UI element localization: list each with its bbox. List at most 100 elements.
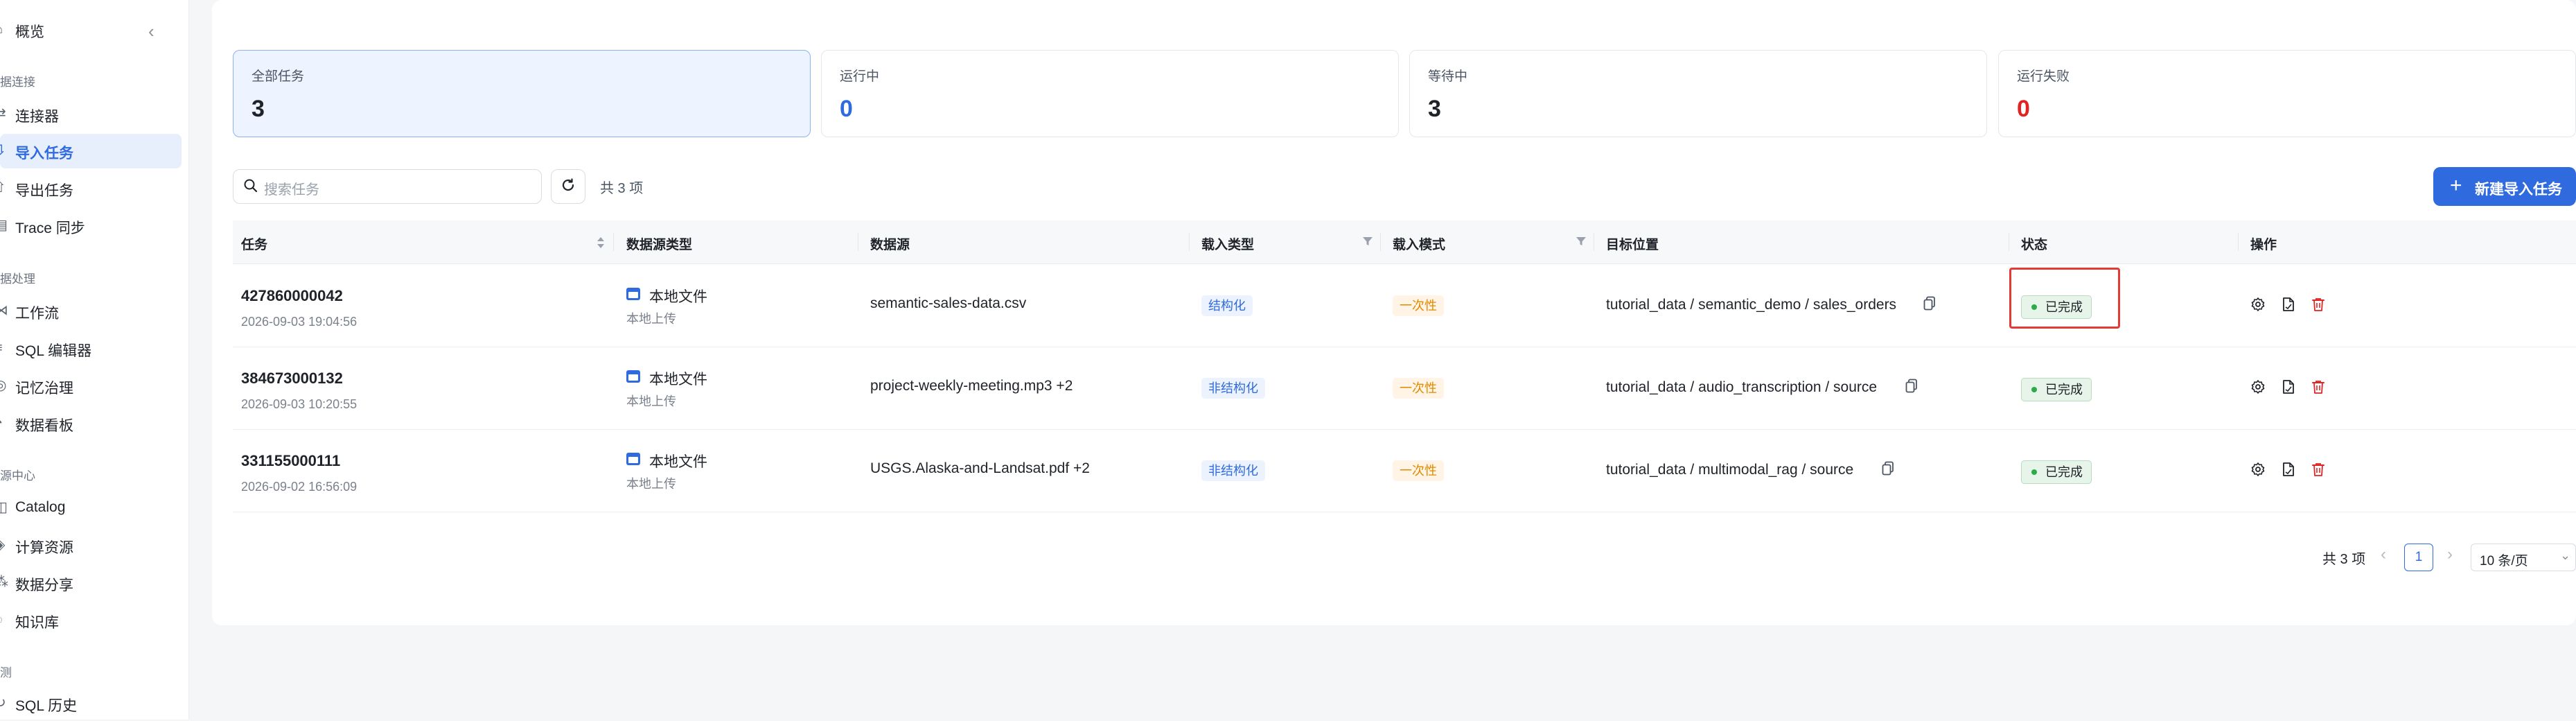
sidebar-item-compute[interactable]: ◈ 计算资源 xyxy=(0,528,182,563)
target-location: tutorial_data / audio_transcription / so… xyxy=(1606,379,1878,395)
filter-icon[interactable] xyxy=(1576,236,1587,250)
copy-icon[interactable] xyxy=(1882,461,1894,480)
source-type: 本地文件 xyxy=(649,289,707,305)
sidebar-item-connector[interactable]: ⇄ 连接器 xyxy=(0,97,182,132)
load-type-tag: 非结构化 xyxy=(1201,460,1265,481)
col-header-source-type: 数据源类型 xyxy=(626,238,693,252)
col-header-actions: 操作 xyxy=(2250,238,2277,252)
col-header-datasource: 数据源 xyxy=(870,238,910,252)
task-id[interactable]: 331155000111 xyxy=(241,452,340,470)
log-file-icon[interactable] xyxy=(2281,297,2296,315)
sql-editor-icon: ≡ xyxy=(0,340,10,356)
task-time: 2026-09-03 10:20:55 xyxy=(241,397,358,411)
trace-icon: ▤ xyxy=(0,218,8,233)
highlight-box xyxy=(2009,268,2120,329)
page-size-select[interactable]: 10 条/页 ⌄ xyxy=(2471,544,2576,571)
table-row[interactable]: 331155000111 2026-09-02 16:56:09 本地文件 本地… xyxy=(233,430,2576,512)
filter-icon[interactable] xyxy=(1362,236,1373,250)
delete-icon[interactable] xyxy=(2311,297,2326,315)
sidebar-item-workflow[interactable]: ⋈ 工作流 xyxy=(0,294,182,329)
stat-card-waiting[interactable]: 等待中 3 xyxy=(1409,50,1987,137)
connector-icon: ⇄ xyxy=(0,106,6,121)
source-type: 本地文件 xyxy=(649,454,707,470)
col-header-load-type: 载入类型 xyxy=(1201,238,1255,252)
catalog-icon: ◫ xyxy=(0,500,8,515)
sidebar-item-export-tasks[interactable]: ⇧ 导出任务 xyxy=(0,171,182,206)
total-count: 共 3 项 xyxy=(600,181,644,196)
col-header-status: 状态 xyxy=(2021,238,2048,252)
status-badge: 已完成 xyxy=(2021,378,2092,401)
task-time: 2026-09-03 19:04:56 xyxy=(241,315,358,329)
local-file-icon xyxy=(626,370,640,383)
target-location: tutorial_data / semantic_demo / sales_or… xyxy=(1606,297,1897,313)
copy-icon[interactable] xyxy=(1923,296,1936,315)
settings-icon[interactable] xyxy=(2250,379,2266,398)
sidebar-group-label: 据处理 xyxy=(0,272,35,286)
load-mode-tag: 一次性 xyxy=(1393,295,1444,316)
col-header-task[interactable]: 任务 xyxy=(241,234,267,253)
refresh-icon xyxy=(560,177,576,197)
source-type: 本地文件 xyxy=(649,372,707,388)
local-file-icon xyxy=(626,288,640,300)
dashboard-icon: ◔ xyxy=(0,415,10,431)
search-icon xyxy=(243,178,258,197)
table-row[interactable]: 384673000132 2026-09-03 10:20:55 本地文件 本地… xyxy=(233,347,2576,430)
export-icon: ⇧ xyxy=(0,180,6,196)
home-icon: ⌂ xyxy=(0,21,10,37)
chevron-right-icon[interactable]: › xyxy=(2447,545,2453,564)
sidebar-item-share[interactable]: ⁂ 数据分享 xyxy=(0,566,182,600)
load-type-tag: 非结构化 xyxy=(1201,378,1265,399)
source-subtype: 本地上传 xyxy=(626,312,676,326)
delete-icon[interactable] xyxy=(2311,379,2326,398)
plus-icon: + xyxy=(2450,174,2462,197)
sidebar-item-knowledge[interactable]: ◌ 知识库 xyxy=(0,603,182,638)
datasource: USGS.Alaska-and-Landsat.pdf +2 xyxy=(870,460,1090,476)
load-mode-tag: 一次性 xyxy=(1393,460,1444,481)
new-import-task-button[interactable]: + 新建导入任务 xyxy=(2433,167,2576,206)
col-header-load-mode: 载入模式 xyxy=(1393,238,1446,252)
workflow-icon: ⋈ xyxy=(0,303,8,318)
target-location: tutorial_data / multimodal_rag / source xyxy=(1606,462,1854,478)
table-header: 任务 数据源类型 数据源 载入类型 载入模式 目标位置 状态 操作 xyxy=(233,220,2576,264)
col-header-target: 目标位置 xyxy=(1606,238,1659,252)
stat-card-all[interactable]: 全部任务 3 xyxy=(233,50,811,137)
settings-icon[interactable] xyxy=(2250,297,2266,315)
sidebar-item-memory[interactable]: ◎ 记忆治理 xyxy=(0,369,182,403)
delete-icon[interactable] xyxy=(2311,462,2326,480)
sidebar-item-sql-history[interactable]: ↻ SQL 历史 xyxy=(0,686,182,721)
sidebar-group-label: 据连接 xyxy=(0,76,35,89)
collapse-sidebar-icon[interactable]: ‹ xyxy=(148,21,155,42)
load-type-tag: 结构化 xyxy=(1201,295,1253,316)
pagination-total: 共 3 项 xyxy=(2322,552,2366,567)
sidebar-item-import-tasks[interactable]: ⇩ 导入任务 xyxy=(0,134,182,168)
sidebar-item-dashboard[interactable]: ◔ 数据看板 xyxy=(0,406,182,441)
datasource: semantic-sales-data.csv xyxy=(870,295,1027,311)
status-badge: 已完成 xyxy=(2021,460,2092,484)
sort-icon[interactable] xyxy=(596,236,606,253)
share-icon: ⁂ xyxy=(0,575,10,590)
task-time: 2026-09-02 16:56:09 xyxy=(241,480,358,494)
sidebar-item-overview[interactable]: ⌂ 概览 xyxy=(0,12,182,47)
import-icon: ⇩ xyxy=(0,143,6,158)
chevron-left-icon[interactable]: ‹ xyxy=(2381,545,2386,564)
compute-icon: ◈ xyxy=(0,537,10,553)
task-id[interactable]: 384673000132 xyxy=(241,370,343,388)
chevron-down-icon: ⌄ xyxy=(2560,548,2571,562)
stat-card-running[interactable]: 运行中 0 xyxy=(821,50,1399,137)
log-file-icon[interactable] xyxy=(2281,379,2296,398)
refresh-button[interactable] xyxy=(551,169,585,204)
page-button[interactable]: 1 xyxy=(2404,544,2433,571)
sidebar-item-sql-editor[interactable]: ≡ SQL 编辑器 xyxy=(0,331,182,366)
table-row[interactable]: 427860000042 2026-09-03 19:04:56 本地文件 本地… xyxy=(233,265,2576,347)
sidebar-item-trace-sync[interactable]: ▤ Trace 同步 xyxy=(0,209,182,243)
sidebar-item-catalog[interactable]: ◫ Catalog xyxy=(0,491,182,525)
search-input[interactable]: 搜索任务 xyxy=(233,169,542,204)
task-id[interactable]: 427860000042 xyxy=(241,287,343,305)
stat-card-failed[interactable]: 运行失败 0 xyxy=(1998,50,2576,137)
knowledge-icon: ◌ xyxy=(0,612,10,627)
history-icon: ↻ xyxy=(0,695,6,711)
settings-icon[interactable] xyxy=(2250,462,2266,480)
log-file-icon[interactable] xyxy=(2281,462,2296,480)
copy-icon[interactable] xyxy=(1905,379,1918,397)
local-file-icon xyxy=(626,453,640,465)
